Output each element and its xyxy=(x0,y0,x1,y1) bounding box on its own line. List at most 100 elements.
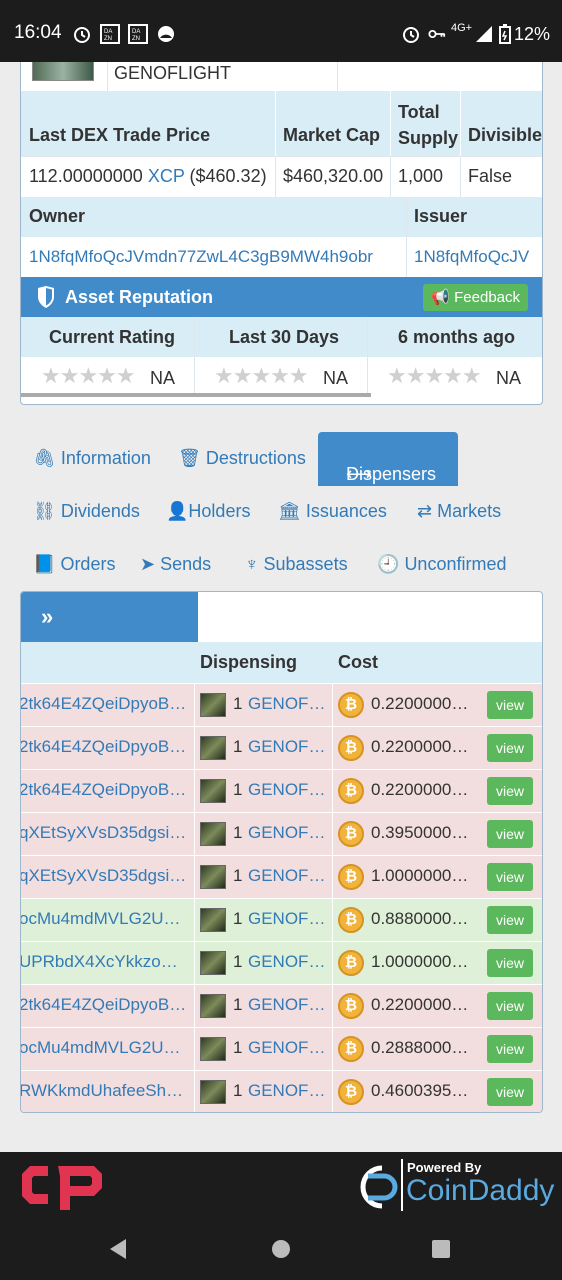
asset-link[interactable]: GENOF… xyxy=(248,780,325,800)
view-button[interactable]: view xyxy=(487,863,533,891)
asset-reputation-title: Asset Reputation xyxy=(65,287,214,307)
tab-destructions[interactable]: 🗑 Destructions xyxy=(178,448,306,469)
dispenser-address-link[interactable]: ocMu4mdMVLG2U… xyxy=(21,909,184,929)
rating-stars-6-months: ★★★★★ xyxy=(387,363,482,388)
dispenser-address-link[interactable]: UPRbdX4XcYkkzo… xyxy=(21,952,184,972)
view-button[interactable]: view xyxy=(487,777,533,805)
asset-thumbnail-icon xyxy=(200,1037,226,1061)
cell-divider xyxy=(194,942,195,985)
col-dispensing: Dispensing xyxy=(200,652,298,672)
asset-link[interactable]: GENOF… xyxy=(248,694,325,714)
rating-30-days-value: NA xyxy=(323,368,349,388)
tab-holders[interactable]: 👤Holders xyxy=(166,501,250,522)
tab-holders-label: Holders xyxy=(188,501,251,521)
asset-link[interactable]: GENOF… xyxy=(248,1038,325,1058)
tab-sends-label: Sends xyxy=(160,554,212,574)
dispenser-address-link[interactable]: RWKkmdUhafeeSh… xyxy=(21,1081,184,1101)
coindaddy-brand[interactable]: CoinDaddy xyxy=(406,1174,554,1208)
tab-orders[interactable]: 📘 Orders xyxy=(33,554,115,575)
tab-sends[interactable]: ➤ Sends xyxy=(140,554,211,575)
dispensers-table: » Dispensing Cost 2tk64E4ZQeiDpyoB… 1 GENO… xyxy=(20,591,543,1113)
dispenser-address-link[interactable]: 2tk64E4ZQeiDpyoB… xyxy=(21,694,184,714)
dispense-cost: 1.0000000… xyxy=(371,866,469,885)
view-button[interactable]: view xyxy=(487,949,533,977)
cell-divider xyxy=(194,727,195,770)
view-button[interactable]: view xyxy=(487,734,533,762)
bitcoin-icon: ₿ xyxy=(338,778,364,804)
horizontal-scrollbar[interactable] xyxy=(21,393,371,397)
cell-divider xyxy=(332,942,333,985)
table-row: UPRbdX4XcYkkzo… 1 GENOF… ₿ 1.0000000… view xyxy=(21,941,542,985)
home-icon[interactable] xyxy=(271,1239,291,1259)
asset-link[interactable]: GENOF… xyxy=(248,1081,325,1101)
view-button[interactable]: view xyxy=(487,820,533,848)
dispense-quantity: 1 xyxy=(233,823,243,842)
asset-link[interactable]: GENOF… xyxy=(248,952,325,972)
double-chevron-icon: » xyxy=(41,604,54,629)
feedback-button[interactable]: 📢 Feedback xyxy=(423,284,528,311)
coindaddy-logo-mark[interactable] xyxy=(350,1164,398,1210)
recents-icon[interactable] xyxy=(431,1240,451,1258)
cell-divider xyxy=(194,856,195,899)
svg-text:DA: DA xyxy=(104,29,112,35)
tab-unconfirmed[interactable]: 🕘 Unconfirmed xyxy=(377,554,506,575)
asset-link[interactable]: GENOF… xyxy=(248,866,325,886)
counterparty-logo[interactable] xyxy=(18,1160,106,1212)
dispenser-address-link[interactable]: 2tk64E4ZQeiDpyoB… xyxy=(21,737,184,757)
tab-markets[interactable]: ⇄ Markets xyxy=(417,501,501,522)
tab-subassets[interactable]: ♆ Subassets xyxy=(245,554,348,575)
exchange-icon: ⇄ xyxy=(417,501,433,521)
asset-link[interactable]: GENOF… xyxy=(248,737,325,757)
dispenser-address-link[interactable]: 2tk64E4ZQeiDpyoB… xyxy=(21,995,184,1015)
table-row: 2tk64E4ZQeiDpyoB… 1 GENOF… ₿ 0.2200000… view xyxy=(21,726,542,770)
dispenser-address-link[interactable]: 2tk64E4ZQeiDpyoB… xyxy=(21,780,184,800)
user-icon: 👤 xyxy=(166,501,189,521)
back-icon[interactable] xyxy=(108,1238,128,1260)
issuer-address-link[interactable]: 1N8fqMfoQcJV xyxy=(414,247,541,267)
dispensers-panel-header: » xyxy=(21,592,198,642)
view-button[interactable]: view xyxy=(487,1035,533,1063)
owner-address-link[interactable]: 1N8fqMfoQcJVmdn77ZwL4C3gB9MW4h9obr xyxy=(29,247,373,267)
rating-stars-current: ★★★★★ xyxy=(41,363,136,388)
bitcoin-icon: ₿ xyxy=(338,1036,364,1062)
dispenser-address-link[interactable]: qXEtSyXVsD35dgsi… xyxy=(21,823,184,843)
last-price-usd: ($460.32) xyxy=(189,166,267,186)
footer-divider xyxy=(401,1159,403,1211)
tab-unconfirmed-label: Unconfirmed xyxy=(404,554,507,574)
table-row: ocMu4mdMVLG2U… 1 GENOF… ₿ 0.8880000… view xyxy=(21,898,542,942)
cell-divider xyxy=(332,856,333,899)
app-notification-icon xyxy=(158,26,174,42)
dispense-cost: 0.2200000… xyxy=(371,995,469,1014)
tab-information[interactable]: 🖇 Information xyxy=(33,448,151,469)
asset-link[interactable]: GENOF… xyxy=(248,823,325,843)
header-divisible: Divisible xyxy=(468,125,543,145)
tab-dispensers[interactable]: ⟷ Dispensers xyxy=(318,432,458,486)
asset-thumbnail-icon xyxy=(200,865,226,889)
cell-divider xyxy=(194,684,195,727)
dispense-quantity: 1 xyxy=(233,1038,243,1057)
header-last-30-days: Last 30 Days xyxy=(229,327,340,347)
view-button[interactable]: view xyxy=(487,906,533,934)
dispenser-address-link[interactable]: ocMu4mdMVLG2U… xyxy=(21,1038,184,1058)
header-current-rating: Current Rating xyxy=(49,327,175,347)
view-button[interactable]: view xyxy=(487,992,533,1020)
view-button[interactable]: view xyxy=(487,1078,533,1106)
tab-issuances[interactable]: 🏛 Issuances xyxy=(278,501,387,522)
tab-dividends[interactable]: ⛓ Dividends xyxy=(33,501,140,522)
header-last-dex-price: Last DEX Trade Price xyxy=(29,125,211,145)
asset-link[interactable]: GENOF… xyxy=(248,995,325,1015)
tab-destructions-label: Destructions xyxy=(205,448,306,468)
xcp-link[interactable]: XCP xyxy=(148,166,185,186)
asset-info-card: GENOFLIGHT Last DEX Trade Price Market C… xyxy=(20,62,543,405)
view-button[interactable]: view xyxy=(487,691,533,719)
site-footer: Powered By CoinDaddy xyxy=(0,1152,562,1218)
table-row: ocMu4mdMVLG2U… 1 GENOF… ₿ 0.2888000… view xyxy=(21,1027,542,1071)
dazn-icon-2: DAZN xyxy=(128,24,148,44)
asset-link[interactable]: GENOF… xyxy=(248,909,325,929)
bitcoin-icon: ₿ xyxy=(338,735,364,761)
dispenser-address-link[interactable]: qXEtSyXVsD35dgsi… xyxy=(21,866,184,886)
table-row: 2tk64E4ZQeiDpyoB… 1 GENOF… ₿ 0.2200000… view xyxy=(21,769,542,813)
table-row: 2tk64E4ZQeiDpyoB… 1 GENOF… ₿ 0.2200000… view xyxy=(21,984,542,1028)
table-row: RWKkmdUhafeeSh… 1 GENOF… ₿ 0.4600395… view xyxy=(21,1070,542,1112)
dispense-quantity: 1 xyxy=(233,952,243,971)
